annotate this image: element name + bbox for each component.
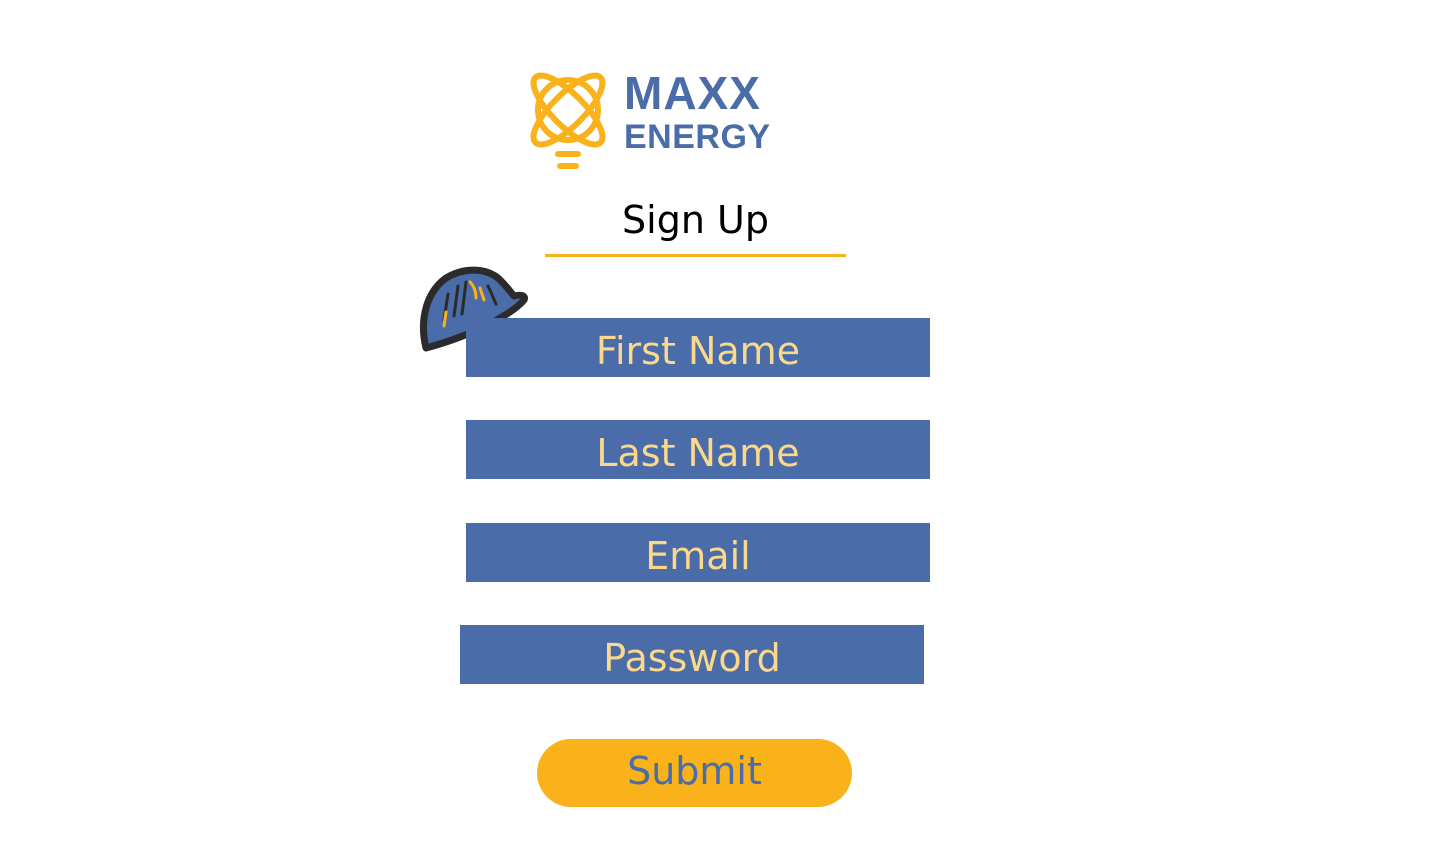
signup-page: MAXX ENERGY Sign Up First Name Last Name… xyxy=(0,0,1429,852)
email-input[interactable]: Email xyxy=(466,523,930,582)
submit-button[interactable]: Submit xyxy=(537,739,852,807)
brand-wordmark: MAXX ENERGY xyxy=(624,70,771,154)
last-name-input[interactable]: Last Name xyxy=(466,420,930,479)
lightbulb-atom-logo-icon xyxy=(530,72,606,169)
first-name-input[interactable]: First Name xyxy=(466,318,930,377)
brand-name-line1: MAXX xyxy=(624,67,761,119)
title-underline xyxy=(545,254,846,257)
page-title: Sign Up xyxy=(622,198,769,242)
password-input[interactable]: Password xyxy=(460,625,924,684)
brand-logo: MAXX ENERGY xyxy=(520,62,810,174)
brand-name-line2: ENERGY xyxy=(624,118,771,156)
